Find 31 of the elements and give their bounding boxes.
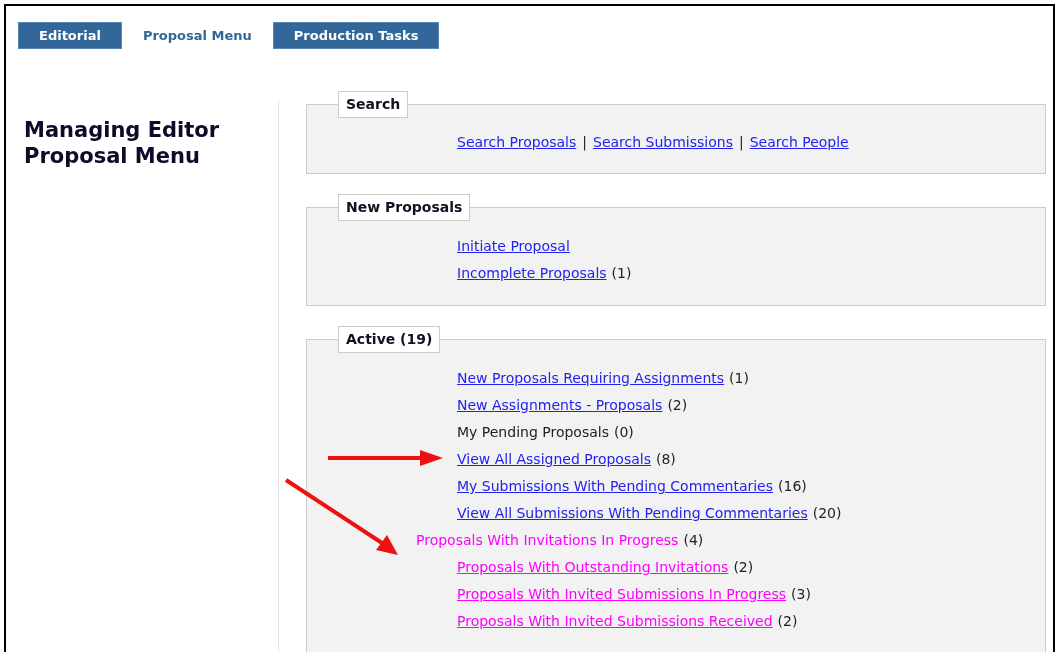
item-count: (20) (812, 504, 842, 523)
link-separator: | (738, 133, 744, 153)
item-count: (2) (733, 558, 754, 577)
item-count: (16) (778, 477, 807, 496)
link-separator: | (582, 133, 587, 153)
section-title: New Proposals (338, 194, 471, 221)
menu-link[interactable]: New Proposals Requiring Assignments (457, 368, 725, 389)
item-count: (0) (613, 423, 634, 442)
section-title: Active (19) (338, 326, 441, 353)
menu-link[interactable]: View All Assigned Proposals (457, 449, 651, 470)
search-link[interactable]: Search People (749, 132, 849, 153)
item-count: (1) (611, 264, 632, 283)
menu-link[interactable]: Initiate Proposal (457, 236, 570, 257)
search-link[interactable]: Search Proposals (457, 132, 577, 153)
item-count: (1) (729, 369, 749, 388)
item-count: (8) (655, 450, 676, 469)
item-count: (3) (791, 585, 811, 604)
menu-link[interactable]: My Submissions With Pending Commentaries (457, 476, 774, 497)
page-title: Managing Editor Proposal Menu (24, 117, 221, 169)
search-link[interactable]: Search Submissions (593, 132, 733, 153)
item-count: (2) (777, 612, 798, 631)
item-count: (2) (667, 396, 688, 415)
menu-link[interactable]: Incomplete Proposals (457, 263, 607, 284)
item-count: (4) (683, 531, 704, 550)
menu-text: My Pending Proposals (457, 423, 609, 442)
group-label: Proposals With Invitations In Progress (416, 531, 679, 550)
section-title: Search (338, 91, 409, 118)
nav-tab[interactable]: Production Tasks (272, 22, 440, 49)
menu-link[interactable]: New Assignments - Proposals (457, 395, 663, 416)
nav-tab[interactable]: Editorial (18, 22, 122, 49)
menu-link[interactable]: View All Submissions With Pending Commentaries (457, 503, 808, 524)
